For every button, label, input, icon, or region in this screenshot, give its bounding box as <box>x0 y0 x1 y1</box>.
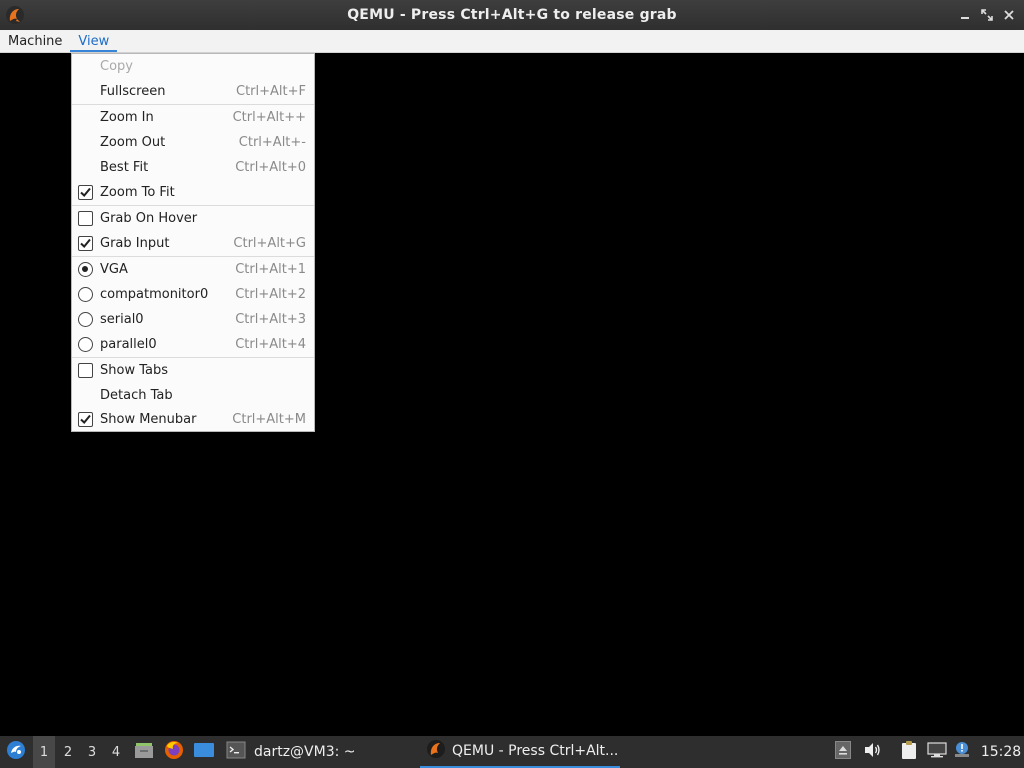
menu-item-show-menubar[interactable]: Show Menubar Ctrl+Alt+M <box>72 407 314 432</box>
workspace-4[interactable]: 4 <box>105 736 127 768</box>
maximize-icon[interactable] <box>978 6 996 24</box>
menu-machine[interactable]: Machine <box>0 30 70 52</box>
clock-time: 15:28 <box>980 744 1022 760</box>
checkbox-unchecked-icon[interactable] <box>78 211 93 226</box>
desktop-launcher[interactable] <box>192 736 216 768</box>
menu-item-shortcut: Ctrl+Alt+M <box>232 412 306 427</box>
menu-item-grab-on-hover[interactable]: Grab On Hover <box>72 206 314 231</box>
window-controls <box>956 6 1018 24</box>
terminal-icon <box>226 741 246 763</box>
menu-item-serial0[interactable]: serial0 Ctrl+Alt+3 <box>72 307 314 332</box>
menu-item-label: Grab On Hover <box>100 211 198 226</box>
radio-selected-icon[interactable] <box>78 262 93 277</box>
update-tray[interactable] <box>952 736 972 768</box>
radio-unselected-icon[interactable] <box>78 337 93 352</box>
clock[interactable]: 15:28 <box>980 736 1022 768</box>
task-qemu[interactable]: QEMU - Press Ctrl+Alt... <box>420 736 620 768</box>
file-manager-launcher[interactable] <box>133 736 155 768</box>
start-menu-button[interactable] <box>4 736 28 768</box>
menu-item-fullscreen[interactable]: Fullscreen Ctrl+Alt+F <box>72 79 314 104</box>
task-terminal[interactable]: dartz@VM3: ~ <box>222 736 412 768</box>
checkbox-checked-icon[interactable] <box>78 236 93 251</box>
desktop-icon <box>193 742 215 762</box>
checkbox-checked-icon[interactable] <box>78 412 93 427</box>
close-icon[interactable] <box>1000 6 1018 24</box>
menu-item-shortcut: Ctrl+Alt+0 <box>235 160 306 175</box>
menu-item-copy: Copy <box>72 54 314 79</box>
menu-item-label: Copy <box>100 59 133 74</box>
menu-item-shortcut: Ctrl+Alt++ <box>232 110 306 125</box>
menu-item-detach-tab[interactable]: Detach Tab <box>72 383 314 408</box>
firefox-launcher[interactable] <box>163 736 185 768</box>
menu-item-label: Show Menubar <box>100 412 197 427</box>
menu-item-label: Zoom To Fit <box>100 185 175 200</box>
minimize-icon[interactable] <box>956 6 974 24</box>
menu-item-shortcut: Ctrl+Alt+F <box>236 84 306 99</box>
menu-item-vga[interactable]: VGA Ctrl+Alt+1 <box>72 257 314 282</box>
qemu-icon <box>5 5 25 25</box>
menu-item-label: Grab Input <box>100 236 170 251</box>
menu-item-best-fit[interactable]: Best Fit Ctrl+Alt+0 <box>72 155 314 180</box>
workspace-2[interactable]: 2 <box>57 736 79 768</box>
menu-item-compatmonitor0[interactable]: compatmonitor0 Ctrl+Alt+2 <box>72 282 314 307</box>
taskbar: 1 2 3 4 dartz@VM3: ~ QEMU - Press Ctrl+A… <box>0 736 1024 768</box>
firefox-icon <box>164 740 184 764</box>
menu-item-shortcut: Ctrl+Alt+4 <box>235 337 306 352</box>
menu-view[interactable]: View <box>70 30 118 52</box>
menu-item-shortcut: Ctrl+Alt+1 <box>235 262 306 277</box>
checkbox-checked-icon[interactable] <box>78 185 93 200</box>
view-dropdown-menu: Copy Fullscreen Ctrl+Alt+F Zoom In Ctrl+… <box>71 53 315 432</box>
menu-item-parallel0[interactable]: parallel0 Ctrl+Alt+4 <box>72 332 314 357</box>
menu-item-grab-input[interactable]: Grab Input Ctrl+Alt+G <box>72 231 314 256</box>
eject-icon <box>835 741 851 763</box>
menu-item-shortcut: Ctrl+Alt+- <box>238 135 306 150</box>
clipboard-tray[interactable] <box>898 736 920 768</box>
menubar: Machine View <box>0 30 1024 53</box>
menu-item-zoom-to-fit[interactable]: Zoom To Fit <box>72 180 314 205</box>
menu-item-zoom-in[interactable]: Zoom In Ctrl+Alt++ <box>72 105 314 130</box>
volume-tray[interactable] <box>862 736 882 768</box>
task-label: dartz@VM3: ~ <box>254 744 356 760</box>
menu-item-label: Zoom In <box>100 110 154 125</box>
menu-item-label: Zoom Out <box>100 135 166 150</box>
menu-item-shortcut: Ctrl+Alt+2 <box>235 287 306 302</box>
menu-item-label: compatmonitor0 <box>100 287 209 302</box>
menu-item-label: parallel0 <box>100 337 157 352</box>
workspace-3[interactable]: 3 <box>81 736 103 768</box>
menu-item-label: Detach Tab <box>100 388 173 403</box>
checkbox-unchecked-icon[interactable] <box>78 363 93 378</box>
workspace-1[interactable]: 1 <box>33 736 55 768</box>
window-titlebar[interactable]: QEMU - Press Ctrl+Alt+G to release grab <box>0 0 1024 30</box>
menu-item-label: Best Fit <box>100 160 149 175</box>
eject-tray[interactable] <box>833 736 853 768</box>
task-label: QEMU - Press Ctrl+Alt... <box>452 743 619 759</box>
radio-unselected-icon[interactable] <box>78 312 93 327</box>
menu-item-shortcut: Ctrl+Alt+3 <box>235 312 306 327</box>
window-title: QEMU - Press Ctrl+Alt+G to release grab <box>347 7 677 23</box>
volume-icon <box>863 742 881 762</box>
menu-item-shortcut: Ctrl+Alt+G <box>233 236 306 251</box>
menu-item-show-tabs[interactable]: Show Tabs <box>72 358 314 383</box>
update-icon <box>953 741 971 763</box>
menu-item-label: Fullscreen <box>100 84 166 99</box>
network-tray[interactable] <box>926 736 948 768</box>
menu-item-label: Show Tabs <box>100 363 168 378</box>
start-menu-icon <box>6 740 26 764</box>
radio-unselected-icon[interactable] <box>78 287 93 302</box>
file-manager-icon <box>134 741 154 763</box>
menu-item-zoom-out[interactable]: Zoom Out Ctrl+Alt+- <box>72 130 314 155</box>
menu-item-label: serial0 <box>100 312 144 327</box>
qemu-icon <box>426 739 446 763</box>
network-icon <box>927 742 947 762</box>
menu-item-label: VGA <box>100 262 128 277</box>
clipboard-icon <box>900 740 918 764</box>
